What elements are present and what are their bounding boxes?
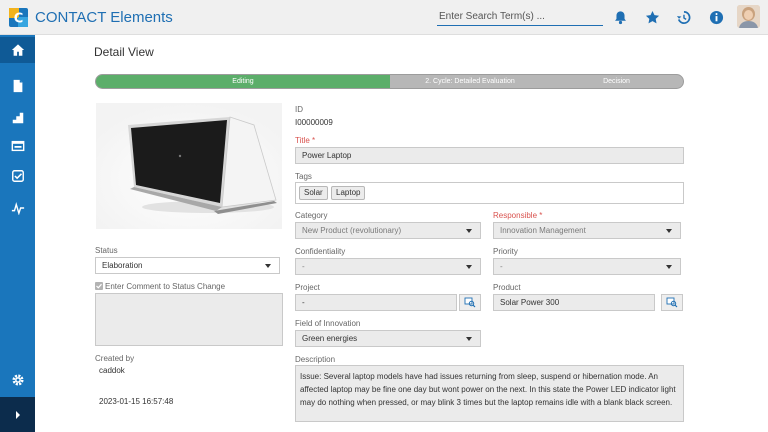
star-icon[interactable] bbox=[645, 10, 660, 25]
product-label: Product bbox=[493, 283, 521, 292]
sidebar bbox=[0, 35, 35, 432]
field-of-innovation-value: Green energies bbox=[302, 334, 358, 343]
home-icon bbox=[11, 44, 24, 56]
category-select[interactable]: New Product (revolutionary) bbox=[295, 222, 481, 239]
product-image bbox=[96, 103, 282, 229]
top-header: C CONTACT Elements bbox=[0, 0, 768, 35]
description-textarea[interactable]: Issue: Several laptop models have had is… bbox=[295, 365, 684, 422]
sidebar-item-documents[interactable] bbox=[0, 73, 35, 99]
id-label: ID bbox=[295, 105, 303, 114]
title-label: Title * bbox=[295, 136, 316, 145]
created-at-value: 2023-01-15 16:57:48 bbox=[99, 397, 174, 406]
svg-text:C: C bbox=[14, 12, 24, 27]
stairs-icon bbox=[12, 112, 23, 124]
contact-logo-icon[interactable]: C bbox=[9, 8, 28, 27]
chevron-down-icon bbox=[466, 337, 472, 341]
settings-icon bbox=[11, 374, 24, 386]
product-value: Solar Power 300 bbox=[500, 298, 560, 307]
history-icon[interactable] bbox=[676, 10, 691, 25]
category-label: Category bbox=[295, 211, 328, 220]
status-label: Status bbox=[95, 246, 118, 255]
status-select[interactable]: Elaboration bbox=[95, 257, 280, 274]
tag-solar[interactable]: Solar bbox=[299, 186, 328, 200]
chevron-down-icon bbox=[466, 229, 472, 233]
project-label: Project bbox=[295, 283, 320, 292]
chevron-down-icon bbox=[666, 229, 672, 233]
product-input[interactable]: Solar Power 300 bbox=[493, 294, 655, 311]
workflow-progress: Editing 2. Cycle: Detailed Evaluation De… bbox=[95, 74, 684, 89]
status-value: Elaboration bbox=[102, 261, 143, 270]
app-title[interactable]: CONTACT Elements bbox=[35, 9, 173, 26]
workflow-step-evaluation[interactable]: 2. Cycle: Detailed Evaluation bbox=[390, 75, 550, 88]
sidebar-item-analytics[interactable] bbox=[0, 195, 35, 221]
description-label: Description bbox=[295, 355, 336, 364]
user-avatar-icon bbox=[737, 5, 760, 28]
document-icon bbox=[13, 79, 22, 93]
status-comment-checkbox[interactable] bbox=[95, 282, 103, 290]
created-by-label: Created by bbox=[95, 354, 135, 363]
priority-label: Priority bbox=[493, 247, 518, 256]
sidebar-item-settings[interactable] bbox=[0, 367, 35, 393]
chevron-down-icon bbox=[466, 265, 472, 269]
sidebar-item-tasks[interactable] bbox=[0, 163, 35, 189]
bell-icon[interactable] bbox=[613, 10, 628, 25]
confidentiality-select[interactable]: - bbox=[295, 258, 481, 275]
priority-select[interactable]: - bbox=[493, 258, 681, 275]
card-icon bbox=[11, 140, 24, 152]
sidebar-item-home[interactable] bbox=[0, 37, 35, 63]
field-of-innovation-select[interactable]: Green energies bbox=[295, 330, 481, 347]
status-comment-textarea[interactable] bbox=[95, 293, 283, 346]
responsible-label: Responsible * bbox=[493, 211, 543, 220]
confidentiality-label: Confidentiality bbox=[295, 247, 346, 256]
chevron-down-icon bbox=[265, 264, 271, 268]
sidebar-item-cards[interactable] bbox=[0, 133, 35, 159]
category-value: New Product (revolutionary) bbox=[302, 226, 402, 235]
avatar[interactable] bbox=[737, 5, 760, 28]
sidebar-expand-button[interactable] bbox=[0, 397, 35, 432]
product-lookup-button[interactable] bbox=[661, 294, 683, 311]
id-value: I00000009 bbox=[295, 118, 333, 127]
created-by-value: caddok bbox=[99, 366, 125, 375]
responsible-value: Innovation Management bbox=[500, 226, 586, 235]
project-lookup-button[interactable] bbox=[459, 294, 481, 311]
workflow-step-decision[interactable]: Decision bbox=[550, 75, 683, 88]
project-input[interactable]: - bbox=[295, 294, 457, 311]
field-of-innovation-label: Field of Innovation bbox=[295, 319, 361, 328]
chevron-down-icon bbox=[666, 265, 672, 269]
status-comment-label: Enter Comment to Status Change bbox=[105, 282, 226, 291]
responsible-select[interactable]: Innovation Management bbox=[493, 222, 681, 239]
project-value: - bbox=[302, 298, 305, 307]
catalog-search-icon bbox=[464, 297, 476, 308]
priority-value: - bbox=[500, 262, 503, 271]
search-input[interactable] bbox=[437, 8, 603, 26]
tag-laptop[interactable]: Laptop bbox=[331, 186, 366, 200]
page-title: Detail View bbox=[94, 45, 154, 59]
catalog-search-icon bbox=[666, 297, 678, 308]
confidentiality-value: - bbox=[302, 262, 305, 271]
analytics-icon bbox=[11, 202, 24, 215]
title-value: Power Laptop bbox=[302, 151, 352, 160]
checklist-icon bbox=[11, 170, 24, 182]
title-input[interactable]: Power Laptop bbox=[295, 147, 684, 164]
workflow-step-editing[interactable]: Editing bbox=[96, 75, 390, 88]
info-icon[interactable] bbox=[709, 10, 724, 25]
chevron-right-icon bbox=[15, 410, 20, 419]
sidebar-item-structure[interactable] bbox=[0, 105, 35, 131]
tags-label: Tags bbox=[295, 172, 312, 181]
check-icon bbox=[96, 283, 102, 289]
